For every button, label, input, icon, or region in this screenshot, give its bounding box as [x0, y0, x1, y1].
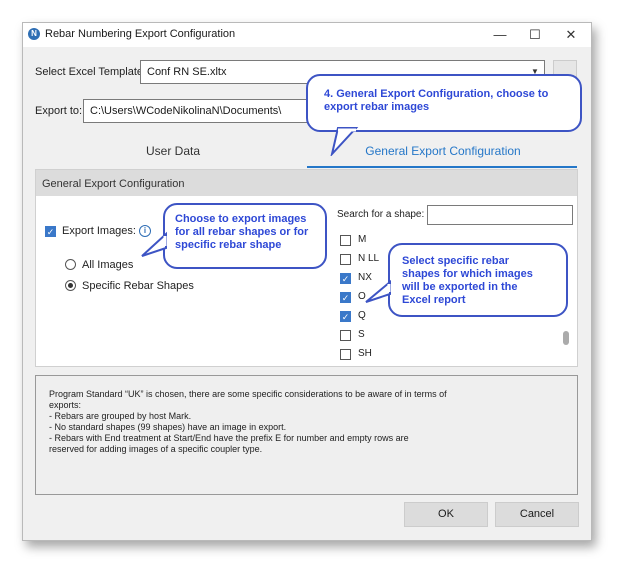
ok-button[interactable]: OK [404, 502, 488, 527]
minimize-button[interactable]: — [482, 23, 518, 47]
shape-label: SH [358, 348, 372, 359]
template-value: Conf RN SE.xltx [147, 66, 227, 78]
shape-search-input[interactable] [427, 205, 573, 225]
shape-checkbox[interactable]: ✓ [340, 292, 351, 303]
callout-line: Choose to export images [175, 213, 307, 225]
callout-line: Select specific rebar [402, 255, 510, 267]
callout-line: export rebar images [324, 101, 430, 113]
callout-line: Excel report [402, 294, 466, 306]
shape-label: Q [358, 310, 366, 321]
export-to-label: Export to: [35, 105, 83, 117]
export-images-checkbox[interactable]: ✓ [45, 226, 56, 237]
callout-shapes-pointer [365, 279, 391, 303]
callout-shapes: Select specific rebar shapes for which i… [388, 243, 568, 317]
callout-line: 4. General Export Configuration, choose … [324, 88, 549, 100]
callout-line: specific rebar shape [175, 239, 282, 251]
callout-line: for all rebar shapes or for [175, 226, 309, 238]
shape-label: N LL [358, 253, 380, 264]
notes-line: - Rebars are grouped by host Mark. [49, 411, 192, 421]
all-images-radio[interactable] [65, 259, 76, 270]
tab-user-data[interactable]: User Data [83, 144, 263, 158]
callout-line: will be exported in the [402, 281, 518, 293]
template-label: Select Excel Template: [35, 66, 147, 78]
notes-line: Program Standard “UK” is chosen, there a… [49, 389, 447, 399]
shape-search-label: Search for a shape: [337, 209, 425, 220]
section-title: General Export Configuration [42, 178, 185, 190]
shape-label: S [358, 329, 365, 340]
export-path-value: C:\Users\WCodeNikolinaN\Documents\ [90, 105, 282, 117]
callout-tab-pointer [330, 127, 359, 156]
shape-label: M [358, 234, 367, 245]
specific-shapes-label: Specific Rebar Shapes [82, 280, 194, 292]
notes-line: - No standard shapes (99 shapes) have an… [49, 422, 287, 432]
callout-images-pointer [141, 231, 167, 257]
notes-text: Program Standard “UK” is chosen, there a… [49, 389, 569, 455]
maximize-button[interactable]: ☐ [517, 23, 553, 47]
notes-box: Program Standard “UK” is chosen, there a… [35, 375, 578, 495]
shape-checkbox[interactable] [340, 235, 351, 246]
section-header: General Export Configuration [36, 170, 577, 196]
shape-checkbox[interactable]: ✓ [340, 311, 351, 322]
close-button[interactable]: ✕ [553, 23, 589, 47]
callout-line: shapes for which images [402, 268, 533, 280]
shape-checkbox[interactable] [340, 349, 351, 360]
export-images-label: Export Images: [62, 225, 136, 237]
title-bar: N Rebar Numbering Export Configuration —… [23, 23, 591, 47]
list-item[interactable]: SH [340, 348, 560, 361]
notes-line: exports: [49, 400, 82, 410]
callout-images: Choose to export images for all rebar sh… [163, 203, 327, 269]
window-title: Rebar Numbering Export Configuration [45, 28, 236, 40]
shape-checkbox[interactable] [340, 254, 351, 265]
shape-list-scrollbar[interactable] [563, 331, 569, 345]
cancel-button[interactable]: Cancel [495, 502, 579, 527]
export-path-field[interactable]: C:\Users\WCodeNikolinaN\Documents\ [83, 99, 313, 123]
active-tab-indicator [307, 166, 577, 168]
callout-tab: 4. General Export Configuration, choose … [306, 74, 582, 132]
shape-checkbox[interactable] [340, 330, 351, 341]
shape-checkbox[interactable]: ✓ [340, 273, 351, 284]
app-icon: N [28, 28, 40, 40]
notes-line: reserved for adding images of a specific… [49, 444, 263, 454]
list-item[interactable]: S [340, 329, 560, 348]
specific-shapes-radio[interactable] [65, 280, 76, 291]
all-images-label: All Images [82, 259, 134, 271]
notes-line: - Rebars with End treatment at Start/End… [49, 433, 409, 443]
